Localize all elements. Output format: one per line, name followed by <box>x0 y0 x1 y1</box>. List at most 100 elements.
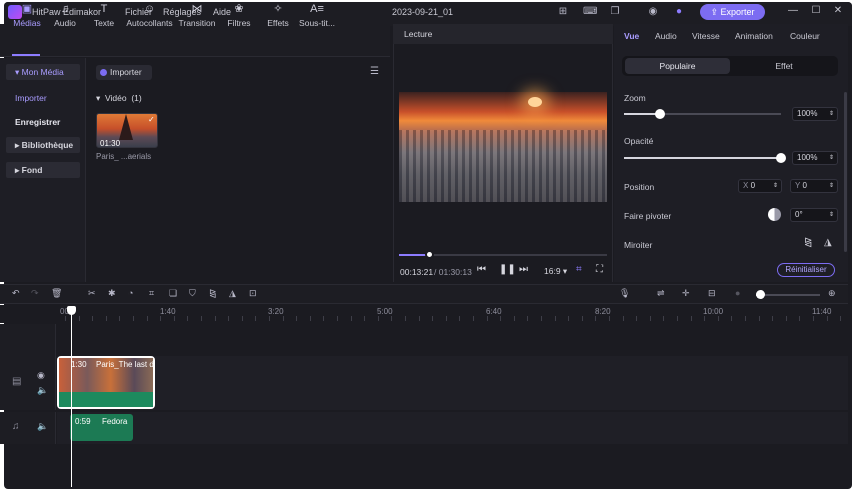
close-icon[interactable]: ✕ <box>832 5 844 17</box>
sidebar-item-my-media[interactable]: ▾ Mon Média <box>6 64 80 80</box>
stepper-icon[interactable]: ⇕ <box>829 152 834 164</box>
tab-animation[interactable]: Animation <box>735 31 773 41</box>
zoom-out-icon[interactable]: ● <box>735 288 740 298</box>
position-x-field[interactable]: X 0 ⇕ <box>738 179 782 193</box>
shield-icon[interactable]: ⛉ <box>189 288 196 299</box>
tool-effets[interactable]: ✧ Effets <box>264 2 292 32</box>
cart-icon[interactable]: ● <box>673 6 685 18</box>
sidebar-item-background[interactable]: ▸ Fond <box>6 162 80 178</box>
ruler-label: 3:20 <box>268 307 284 316</box>
freeze-icon[interactable]: ✱ <box>108 288 116 299</box>
fullscreen-icon[interactable]: ⛶ <box>596 264 603 275</box>
flip-horizontal-icon[interactable]: ⧎ <box>804 237 812 248</box>
tool-audio[interactable]: ♫ Audio <box>50 2 80 32</box>
delete-icon[interactable]: 🗑 <box>51 288 62 299</box>
speaker-icon[interactable]: 🔈 <box>37 421 48 432</box>
account-icon[interactable]: ◉ <box>647 6 659 18</box>
ruler-tick <box>255 316 256 321</box>
stepper-icon[interactable]: ⇕ <box>773 180 778 192</box>
flip-clip-icon[interactable]: ◮ <box>229 288 236 299</box>
fit-timeline-icon[interactable]: ⊟ <box>708 288 716 299</box>
playback-progress-knob[interactable] <box>425 250 434 259</box>
tab-couleur[interactable]: Couleur <box>790 31 820 41</box>
split-icon[interactable]: ✂ <box>88 288 96 299</box>
properties-scrollbar[interactable] <box>844 92 847 252</box>
book-icon[interactable]: ❐ <box>609 6 621 18</box>
segment-effet[interactable]: Effet <box>733 58 835 74</box>
reset-button[interactable]: Réinitialiser <box>777 263 835 277</box>
playhead-line[interactable] <box>71 308 72 487</box>
export-button[interactable]: ⇪ Exporter <box>700 4 765 20</box>
undo-icon[interactable]: ↶ <box>12 288 20 299</box>
audio-track[interactable] <box>57 412 848 444</box>
timeline-zoom-track[interactable] <box>756 294 820 296</box>
ruler-tick <box>704 316 705 321</box>
tab-vue[interactable]: Vue <box>624 31 639 41</box>
duplicate-icon[interactable]: ❏ <box>169 288 177 299</box>
text-box-icon[interactable]: ⊡ <box>249 288 257 299</box>
timeline-zoom-knob[interactable] <box>756 290 765 299</box>
tab-audio[interactable]: Audio <box>655 31 677 41</box>
rotate-dial-icon[interactable] <box>768 208 781 221</box>
zoom-in-icon[interactable]: ⊕ <box>828 288 836 299</box>
tab-vitesse[interactable]: Vitesse <box>692 31 720 41</box>
sidebar-item-import[interactable]: Importer <box>15 93 47 103</box>
maximize-icon[interactable]: ☐ <box>810 5 822 17</box>
ruler-tick <box>446 316 447 321</box>
rotate-value-field[interactable]: 0° ⇕ <box>790 208 838 222</box>
sort-icon[interactable]: ☰ <box>370 66 379 77</box>
speaker-icon[interactable]: 🔈 <box>37 385 48 396</box>
gift-icon[interactable]: ⊞ <box>557 6 569 18</box>
ruler-tick <box>215 316 216 321</box>
thumbnail-name: Paris_ ...aerials <box>96 152 152 161</box>
pause-icon[interactable]: ❚❚ <box>499 264 516 275</box>
microphone-icon[interactable]: 🎙 <box>619 288 630 299</box>
eye-icon[interactable]: ◉ <box>37 370 45 381</box>
video-section-count: (1) <box>131 93 142 103</box>
sidebar-item-record[interactable]: Enregistrer <box>15 117 60 127</box>
media-icon: ▣ <box>21 3 33 15</box>
ruler-label: 8:20 <box>595 307 611 316</box>
opacity-value-field[interactable]: 100% ⇕ <box>792 151 838 165</box>
ruler-label: 5:00 <box>377 307 393 316</box>
tool-autocollants[interactable]: ☺ Autocollants <box>123 2 176 32</box>
step-back-icon[interactable]: ⏮ <box>477 264 486 275</box>
opacity-value: 100% <box>797 153 818 162</box>
ruler-tick <box>459 316 460 321</box>
link-clips-icon[interactable]: ⇌ <box>657 288 665 299</box>
opacity-slider-knob[interactable] <box>776 153 786 163</box>
subtitles-icon: A≡ <box>310 3 324 15</box>
speed-icon[interactable]: ◔ <box>128 288 133 298</box>
zoom-value-field[interactable]: 100% ⇕ <box>792 107 838 121</box>
tool-texte[interactable]: T Texte <box>91 2 117 32</box>
tool-texte-label: Texte <box>93 18 115 28</box>
stepper-icon[interactable]: ⇕ <box>829 108 834 120</box>
redo-icon[interactable]: ↷ <box>31 288 39 299</box>
segment-populaire[interactable]: Populaire <box>625 58 730 74</box>
ruler-label: 10:00 <box>703 307 724 316</box>
audio-clip-duration: 0:59 <box>75 417 91 426</box>
stepper-icon[interactable]: ⇕ <box>829 180 834 192</box>
tool-transition[interactable]: ⋈ Transition <box>176 2 218 32</box>
video-track[interactable] <box>57 356 848 410</box>
step-forward-icon[interactable]: ⏭ <box>519 264 528 275</box>
aspect-ratio-select[interactable]: 16:9 ▾ <box>544 266 567 277</box>
tool-sous-titres[interactable]: A≡ Sous-tit... <box>296 2 338 32</box>
ruler-tick <box>731 316 732 321</box>
keyboard-icon[interactable]: ⌨ <box>583 6 597 18</box>
playhead-handle[interactable] <box>67 306 76 315</box>
mirror-clip-icon[interactable]: ⧎ <box>209 288 217 299</box>
empty-track[interactable] <box>57 324 848 353</box>
zoom-slider-knob[interactable] <box>655 109 665 119</box>
tool-filtres[interactable]: ❀ Filtres <box>224 2 254 32</box>
sidebar-item-library[interactable]: ▸ Bibliothèque <box>6 137 80 153</box>
position-y-field[interactable]: Y 0 ⇕ <box>790 179 838 193</box>
crop-icon[interactable]: ⌗ <box>576 264 582 275</box>
stepper-icon[interactable]: ⇕ <box>829 209 834 221</box>
video-section-header[interactable]: ▾ Vidéo (1) <box>96 93 142 104</box>
crop-clip-icon[interactable]: ⌗ <box>149 288 154 299</box>
minimize-icon[interactable]: — <box>787 5 799 17</box>
snap-icon[interactable]: ✛ <box>682 288 690 299</box>
tool-medias[interactable]: ▣ Médias <box>9 2 45 32</box>
flip-vertical-icon[interactable]: ◮ <box>824 237 832 248</box>
